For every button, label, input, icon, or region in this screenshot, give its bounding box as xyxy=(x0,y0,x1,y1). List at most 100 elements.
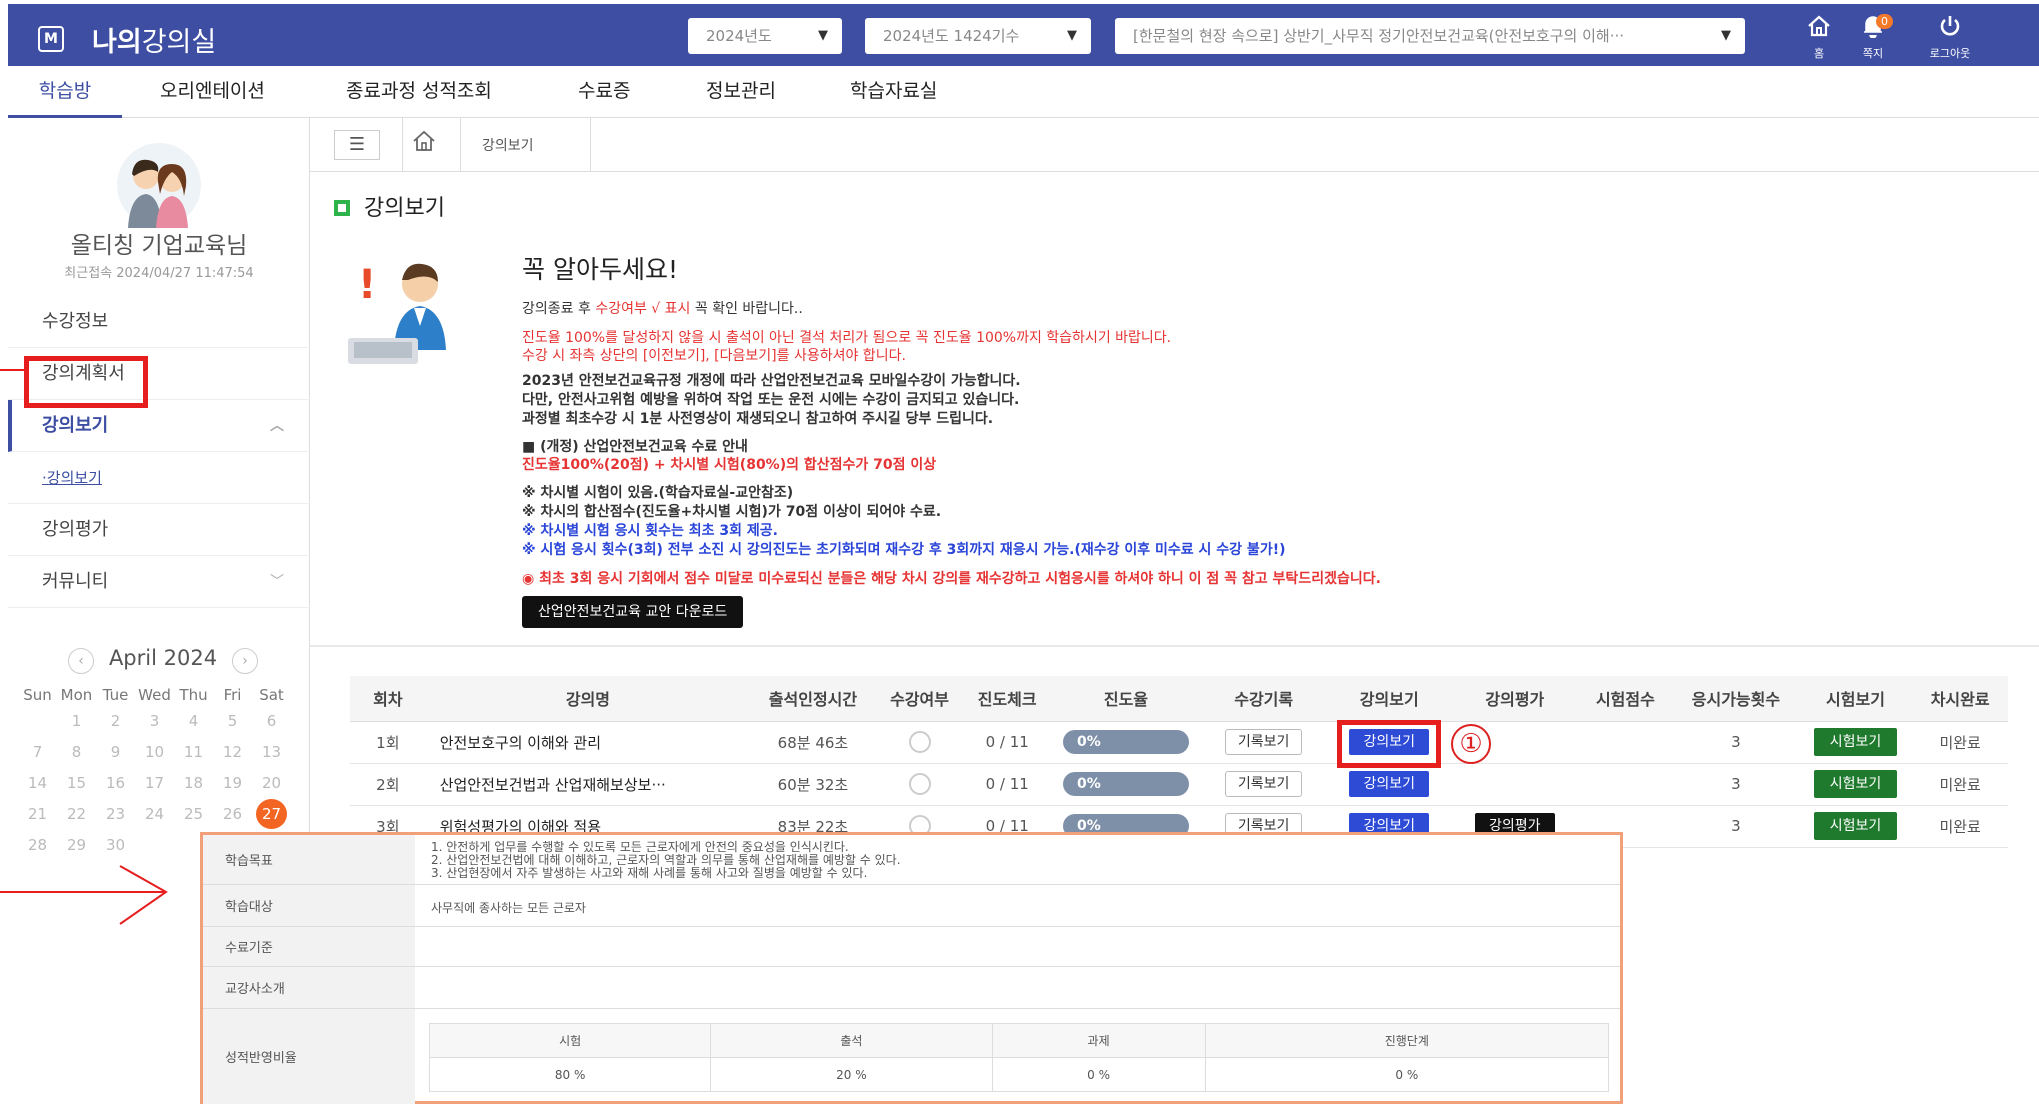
column-header: 강의명 xyxy=(425,676,751,722)
calendar-day[interactable]: 30 xyxy=(96,836,135,854)
last-login-time: 최근접속 2024/04/27 11:47:54 xyxy=(64,266,254,281)
take-exam-button[interactable]: 시험보기 xyxy=(1813,728,1898,756)
step-marker: ① xyxy=(1451,724,1491,764)
grade-ratio-table: 시험 출석 과제 진행단계 80 % 20 % 0 % 0 % xyxy=(428,1023,1610,1092)
dropdown-arrow-icon: ▼ xyxy=(1721,28,1731,43)
calendar-day[interactable]: 23 xyxy=(96,805,135,823)
calendar-day[interactable]: 2 xyxy=(96,712,135,730)
calendar-day[interactable]: 16 xyxy=(96,774,135,792)
calendar-day[interactable]: 6 xyxy=(252,712,291,730)
notice-heading: 꼭 알아두세요! xyxy=(522,255,678,284)
calendar-weekday: Fri xyxy=(223,686,242,704)
menu-learning-materials[interactable]: 학습자료실 xyxy=(850,66,937,118)
lecture-table: 회차 강의명 출석인정시간 수강여부 진도체크 진도율 수강기록 강의보기 강의… xyxy=(350,676,2008,848)
highlight-lecture-view-button xyxy=(1337,720,1441,768)
calendar-day[interactable]: 17 xyxy=(135,774,174,792)
calendar-day[interactable]: 15 xyxy=(57,774,96,792)
arrow-right-icon xyxy=(0,865,168,925)
notice-line: 2023년 안전보건교육규정 개정에 따라 산업안전보건교육 모바일수강이 가능… xyxy=(522,373,1021,389)
sidebar-item-community[interactable]: 커뮤니티 ﹀ xyxy=(8,556,310,608)
calendar-day[interactable]: 13 xyxy=(252,743,291,761)
notice-line: ◉ 최초 3회 응시 기회에서 점수 미달로 미수료되신 분들은 해당 차시 강… xyxy=(522,571,1381,587)
calendar-day[interactable]: 20 xyxy=(252,774,291,792)
calendar-weekday: Wed xyxy=(138,686,171,704)
calendar-day[interactable]: 3 xyxy=(135,712,174,730)
popup-row-goal: 학습목표 1. 안전하게 업무를 수행할 수 있도록 모든 근로자에게 안전의 … xyxy=(203,835,1620,885)
menu-orientation[interactable]: 오리엔테이션 xyxy=(160,66,265,118)
main-menu: 학습방 오리엔테이션 종료과정 성적조회 수료증 정보관리 학습자료실 xyxy=(8,66,2039,118)
home-icon[interactable] xyxy=(412,130,436,158)
menu-info-management[interactable]: 정보관리 xyxy=(706,66,776,118)
record-view-button[interactable]: 기록보기 xyxy=(1224,729,1303,755)
highlight-syllabus xyxy=(24,356,148,408)
calendar-day[interactable]: 21 xyxy=(18,805,57,823)
year-select[interactable]: 2024년도 ▼ xyxy=(688,18,842,54)
download-material-button[interactable]: 산업안전보건교육 교안 다운로드 xyxy=(522,596,744,628)
popup-row-grade-ratio: 성적반영비율 시험 출석 과제 진행단계 80 % 20 % 0 % 0 % xyxy=(203,1009,1620,1104)
attendance-check-radio[interactable] xyxy=(908,731,931,753)
table-row: 2회 산업안전보건법과 산업재해보상보··· 60분 32초 0 / 11 0%… xyxy=(350,763,2008,806)
logout-button[interactable]: 로그아웃 xyxy=(1920,14,1980,61)
calendar-day[interactable]: 4 xyxy=(174,712,213,730)
progress-bar: 0% xyxy=(1062,772,1189,796)
calendar-day[interactable]: 1 xyxy=(57,712,96,730)
notice-line: ※ 차시별 시험 응시 횟수는 최초 3회 제공. xyxy=(522,523,778,539)
record-view-button[interactable]: 기록보기 xyxy=(1224,771,1303,797)
home-button[interactable]: 홈 xyxy=(1796,14,1842,61)
sidebar-subitem-lecture-view[interactable]: ·강의보기 xyxy=(8,452,310,504)
page-title: 강의보기 xyxy=(334,190,445,222)
calendar-day[interactable]: 5 xyxy=(213,712,252,730)
menu-grade-lookup[interactable]: 종료과정 성적조회 xyxy=(346,66,492,118)
notice-line: 과정별 최초수강 시 1분 사전영상이 재생되오니 참고하여 주시길 당부 드립… xyxy=(522,411,994,427)
popup-row-instructor: 교강사소개 xyxy=(203,967,1620,1009)
calendar-day[interactable]: 26 xyxy=(213,805,252,823)
pointer-line-icon xyxy=(0,369,28,371)
divider xyxy=(460,118,461,172)
calendar-day[interactable]: 24 xyxy=(135,805,174,823)
course-select[interactable]: [한문철의 현장 속으로] 상반기_사무직 정기안전보건교육(안전보호구의 이해… xyxy=(1115,18,1745,54)
syllabus-popup: 학습목표 1. 안전하게 업무를 수행할 수 있도록 모든 근로자에게 안전의 … xyxy=(200,832,1623,1104)
menu-certificate[interactable]: 수료증 xyxy=(578,66,630,118)
calendar-day[interactable]: 12 xyxy=(213,743,252,761)
calendar-day[interactable]: 18 xyxy=(174,774,213,792)
sidebar-item-lecture-evaluation[interactable]: 강의평가 xyxy=(8,504,310,556)
avatar xyxy=(116,142,202,228)
calendar-day[interactable]: 19 xyxy=(213,774,252,792)
breadcrumb-current: 강의보기 xyxy=(482,138,534,154)
calendar-day[interactable]: 14 xyxy=(18,774,57,792)
notice-line: 진도율100%(20점) + 차시별 시험(80%)의 합산점수가 70점 이상 xyxy=(522,457,937,473)
column-header: 진도율 xyxy=(1051,676,1201,722)
take-exam-button[interactable]: 시험보기 xyxy=(1813,812,1898,840)
calendar-day[interactable]: 27 xyxy=(256,799,287,829)
calendar-weekday: Sun xyxy=(23,686,52,704)
menu-study-room[interactable]: 학습방 xyxy=(8,66,122,118)
attendance-check-radio[interactable] xyxy=(908,773,931,795)
logo-icon: M xyxy=(38,26,64,52)
calendar-day[interactable]: 8 xyxy=(57,743,96,761)
calendar-day[interactable]: 10 xyxy=(135,743,174,761)
calendar-day[interactable]: 28 xyxy=(18,836,57,854)
hamburger-icon: ☰ xyxy=(348,134,366,155)
term-select[interactable]: 2024년도 1424기수 ▼ xyxy=(865,18,1091,54)
menu-toggle-button[interactable]: ☰ xyxy=(334,130,380,160)
lecture-view-button[interactable]: 강의보기 xyxy=(1349,771,1429,797)
sidebar-item-enrollment-info[interactable]: 수강정보 xyxy=(8,296,310,348)
take-exam-button[interactable]: 시험보기 xyxy=(1813,770,1898,798)
calendar-day[interactable]: 22 xyxy=(57,805,96,823)
calendar-weekday: Tue xyxy=(102,686,129,704)
calendar-day[interactable]: 11 xyxy=(174,743,213,761)
messages-button[interactable]: 0 쪽지 xyxy=(1850,14,1896,61)
calendar-day[interactable]: 25 xyxy=(174,805,213,823)
square-bullet-icon xyxy=(334,200,350,216)
calendar-next-button[interactable]: › xyxy=(232,648,258,674)
notice-line: ※ 차시의 합산점수(진도율+차시별 시험)가 70점 이상이 되어야 수료. xyxy=(522,504,942,520)
column-header: 응시가능횟수 xyxy=(1673,676,1799,722)
popup-row-criteria: 수료기준 xyxy=(203,927,1620,967)
calendar-month: April 2024 xyxy=(108,646,218,670)
divider xyxy=(590,118,591,172)
calendar-day[interactable]: 7 xyxy=(18,743,57,761)
calendar-day[interactable]: 9 xyxy=(96,743,135,761)
calendar-day[interactable]: 29 xyxy=(57,836,96,854)
notice-line: ■ (개정) 산업안전보건교육 수료 안내 xyxy=(522,439,748,455)
table-header-row: 회차 강의명 출석인정시간 수강여부 진도체크 진도율 수강기록 강의보기 강의… xyxy=(350,676,2008,722)
